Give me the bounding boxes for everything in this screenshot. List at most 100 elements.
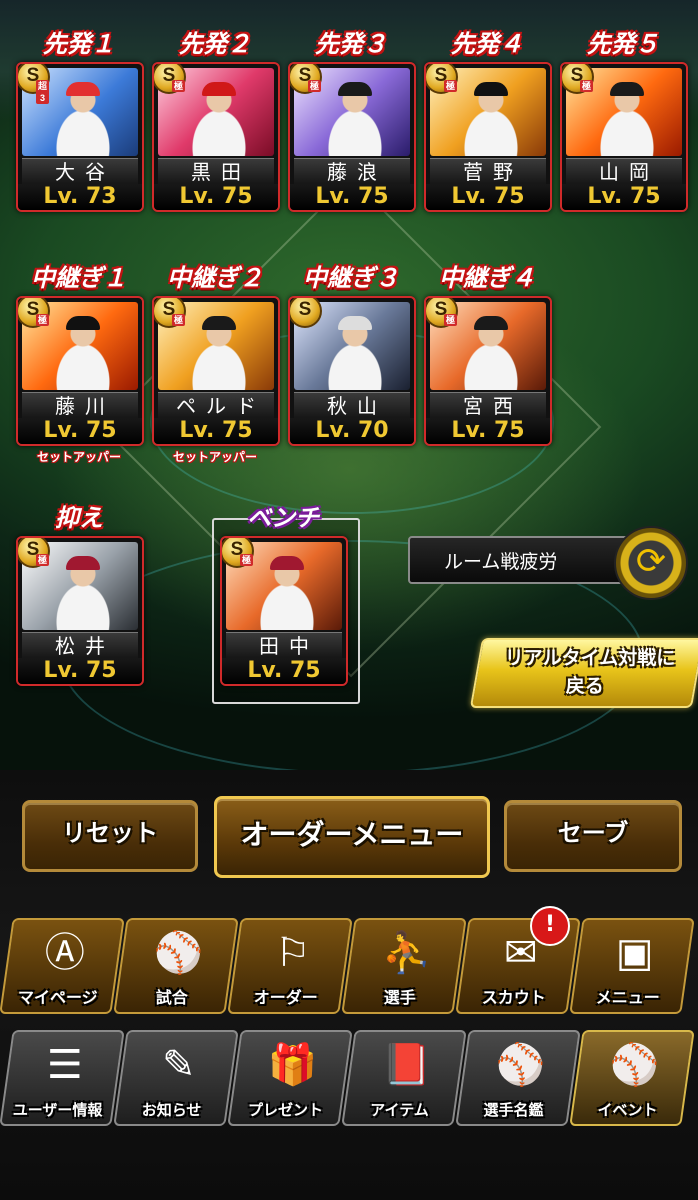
player-cap <box>270 556 304 570</box>
nav-menu-button[interactable]: ▣ メニュー <box>569 918 695 1014</box>
player-figure <box>56 320 110 390</box>
slot-label: 中継ぎ４ <box>439 265 535 292</box>
room-fatigue-label: ルーム戦疲労 <box>444 551 558 573</box>
menu-icon: ▣ <box>615 930 654 976</box>
nav-directory-button[interactable]: ⚾ 選手名鑑 <box>455 1030 581 1126</box>
player-slot[interactable]: 先発４ S 極菅野 Lv. 75 <box>424 31 552 212</box>
player-cap <box>338 82 372 96</box>
player-card[interactable]: S 超3 大谷 Lv. 73 <box>16 62 144 212</box>
nav-label: プレゼント <box>248 1101 324 1119</box>
player-figure <box>464 320 518 390</box>
realtime-label-line2: 戻る <box>565 675 604 697</box>
player-card[interactable]: S 極田中 Lv. 75 <box>220 536 348 686</box>
nav-item-button[interactable]: 📕 アイテム <box>341 1030 467 1126</box>
user-info-icon: ☰ <box>46 1042 83 1088</box>
player-cap <box>66 556 100 570</box>
player-name: 菅野 <box>430 158 546 185</box>
nav-label: 試合 <box>155 988 188 1007</box>
room-fatigue-button[interactable]: ルーム戦疲労 <box>408 536 644 584</box>
news-icon: ✎ <box>162 1042 196 1088</box>
nav-match-button[interactable]: ⚾ 試合 <box>113 918 239 1014</box>
slot-label: 先発４ <box>451 31 523 58</box>
nav-label: イベント <box>597 1101 658 1119</box>
nav-label: メニュー <box>595 988 660 1007</box>
player-card[interactable]: S 極藤浪 Lv. 75 <box>288 62 416 212</box>
player-card[interactable]: S 極山岡 Lv. 75 <box>560 62 688 212</box>
player-slot[interactable]: 先発１ S 超3 大谷 Lv. 73 <box>16 31 144 212</box>
player-name: 大谷 <box>22 158 138 185</box>
slot-label: 中継ぎ３ <box>303 265 399 292</box>
nav-event-button[interactable]: ⚾ イベント <box>569 1030 695 1126</box>
nav-mypage-button[interactable]: Ⓐ マイページ <box>0 918 125 1014</box>
player-level: Lv. 75 <box>426 418 550 444</box>
slot-label: 中継ぎ２ <box>167 265 263 292</box>
player-cap <box>66 82 100 96</box>
nav-label: アイテム <box>370 1101 429 1119</box>
rank-sub-badge: 超3 <box>36 80 50 104</box>
player-cap <box>202 316 236 330</box>
player-slot[interactable]: 先発２ S 極黒田 Lv. 75 <box>152 31 280 212</box>
player-figure <box>56 86 110 156</box>
player-card[interactable]: S 極菅野 Lv. 75 <box>424 62 552 212</box>
player-name: 田中 <box>226 632 342 659</box>
order-menu-button[interactable]: オーダーメニュー <box>214 796 490 878</box>
slot-label: 中継ぎ１ <box>31 265 127 292</box>
nav-label: ユーザー情報 <box>12 1101 103 1119</box>
slot-label: 抑え <box>55 505 103 532</box>
rank-sub-badge: 極 <box>580 80 594 92</box>
player-card[interactable]: S 極藤川 Lv. 75 <box>16 296 144 446</box>
rank-s-icon: S極 <box>222 538 254 568</box>
player-slot[interactable]: 先発３ S 極藤浪 Lv. 75 <box>288 31 416 212</box>
player-level: Lv. 70 <box>290 418 414 444</box>
player-level: Lv. 75 <box>154 418 278 444</box>
player-figure <box>600 86 654 156</box>
refresh-icon[interactable]: ⟳ <box>614 526 688 600</box>
nav-players-button[interactable]: ⛹ 選手 <box>341 918 467 1014</box>
player-name: 藤川 <box>22 392 138 419</box>
player-name: 藤浪 <box>294 158 410 185</box>
player-role: セットアッパー <box>172 450 257 464</box>
nav-news-button[interactable]: ✎ お知らせ <box>113 1030 239 1126</box>
rank-sub-badge: 極 <box>444 314 458 326</box>
player-name: 山岡 <box>566 158 682 185</box>
nav-present-button[interactable]: 🎁 プレゼント <box>227 1030 353 1126</box>
player-level: Lv. 75 <box>290 184 414 210</box>
player-slot[interactable]: ベンチ S 極田中 Lv. 75 <box>220 505 348 686</box>
rank-sub-badge: 極 <box>240 554 254 566</box>
nav-label: 選手名鑑 <box>483 1101 544 1119</box>
player-card[interactable]: S 秋山 Lv. 70 <box>288 296 416 446</box>
directory-icon: ⚾ <box>495 1042 546 1088</box>
player-level: Lv. 75 <box>222 658 346 684</box>
return-realtime-button[interactable]: リアルタイム対戦に 戻る <box>469 638 698 708</box>
mypage-icon: Ⓐ <box>44 930 85 976</box>
player-card[interactable]: S 極黒田 Lv. 75 <box>152 62 280 212</box>
player-slot[interactable]: 中継ぎ４ S 極宮西 Lv. 75 <box>424 265 552 446</box>
reset-button[interactable]: リセット <box>22 800 198 872</box>
rank-s-icon: S極 <box>290 64 322 94</box>
rank-s-icon: S極 <box>18 298 50 328</box>
save-button[interactable]: セーブ <box>504 800 682 872</box>
player-figure <box>328 320 382 390</box>
player-name: ペルドモ <box>158 392 274 444</box>
rank-sub-badge: 極 <box>172 80 186 92</box>
player-card[interactable]: S 極宮西 Lv. 75 <box>424 296 552 446</box>
player-card[interactable]: S極ペルドモLv. 75 <box>152 296 280 446</box>
player-slot[interactable]: 中継ぎ１ S 極藤川 Lv. 75 セットアッパー <box>16 265 144 464</box>
player-card[interactable]: S 極松井 Lv. 75 <box>16 536 144 686</box>
nav-user-info-button[interactable]: ☰ ユーザー情報 <box>0 1030 125 1126</box>
player-name: 宮西 <box>430 392 546 419</box>
player-slot[interactable]: 中継ぎ２ S極ペルドモLv. 75 セットアッパー <box>152 265 280 464</box>
player-slot[interactable]: 先発５ S 極山岡 Lv. 75 <box>560 31 688 212</box>
present-icon: 🎁 <box>267 1042 318 1088</box>
nav-label: マイページ <box>17 988 98 1007</box>
player-cap <box>338 316 372 330</box>
player-slot[interactable]: 中継ぎ３ S 秋山 Lv. 70 <box>288 265 416 446</box>
player-slot[interactable]: 抑え S 極松井 Lv. 75 <box>16 505 144 686</box>
players-icon: ⛹ <box>381 930 432 976</box>
slot-label: 先発５ <box>587 31 659 58</box>
rank-s-icon: S極 <box>154 298 186 328</box>
item-icon: 📕 <box>381 1042 432 1088</box>
rank-sub-badge: 極 <box>308 80 322 92</box>
player-figure <box>56 560 110 630</box>
nav-order-button[interactable]: ⚐ オーダー <box>227 918 353 1014</box>
